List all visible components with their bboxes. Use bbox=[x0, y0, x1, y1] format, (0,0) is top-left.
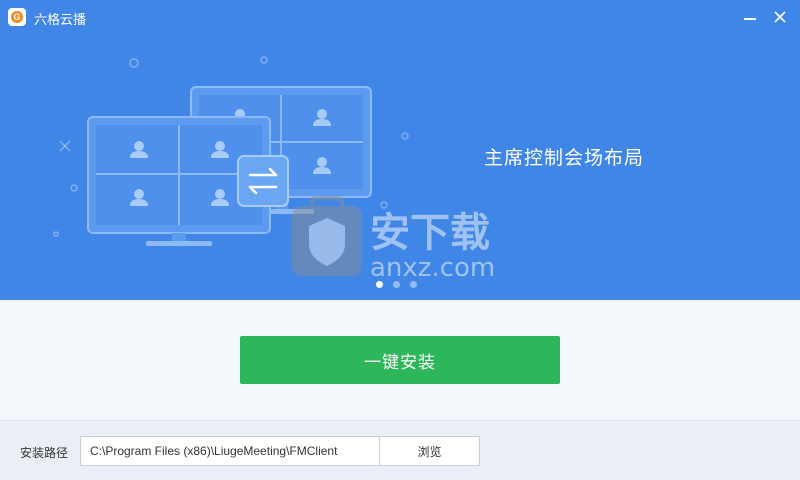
install-path-input[interactable]: C:\Program Files (x86)\LiugeMeeting\FMCl… bbox=[80, 436, 380, 466]
decoration-cross bbox=[59, 140, 71, 152]
carousel-indicator bbox=[376, 281, 426, 291]
browse-button[interactable]: 浏览 bbox=[380, 436, 480, 466]
switch-arrows-icon bbox=[237, 155, 289, 207]
carousel-dot-3[interactable] bbox=[410, 281, 417, 288]
install-path-label: 安装路径 bbox=[20, 446, 69, 460]
watermark-text: 安下载 bbox=[370, 210, 490, 256]
carousel-dot-1[interactable] bbox=[376, 281, 383, 288]
minimize-button[interactable] bbox=[738, 6, 762, 28]
close-icon bbox=[774, 11, 786, 23]
title-bar: G 六格云播 bbox=[0, 0, 800, 34]
app-logo-icon: G bbox=[8, 8, 26, 26]
feature-slogan: 主席控制会场布局 bbox=[484, 147, 645, 169]
one-click-install-button[interactable]: 一键安装 bbox=[240, 336, 560, 384]
carousel-dot-2[interactable] bbox=[393, 281, 400, 288]
shield-icon bbox=[292, 196, 362, 276]
watermark-domain: anxz.com bbox=[370, 253, 495, 280]
minimize-icon bbox=[744, 18, 756, 20]
close-button[interactable] bbox=[768, 6, 792, 28]
install-path-bar: 安装路径 C:\Program Files (x86)\LiugeMeeting… bbox=[0, 420, 800, 480]
app-title: 六格云播 bbox=[34, 13, 87, 28]
watermark-logo: 安下载 anxz.com bbox=[292, 196, 495, 280]
